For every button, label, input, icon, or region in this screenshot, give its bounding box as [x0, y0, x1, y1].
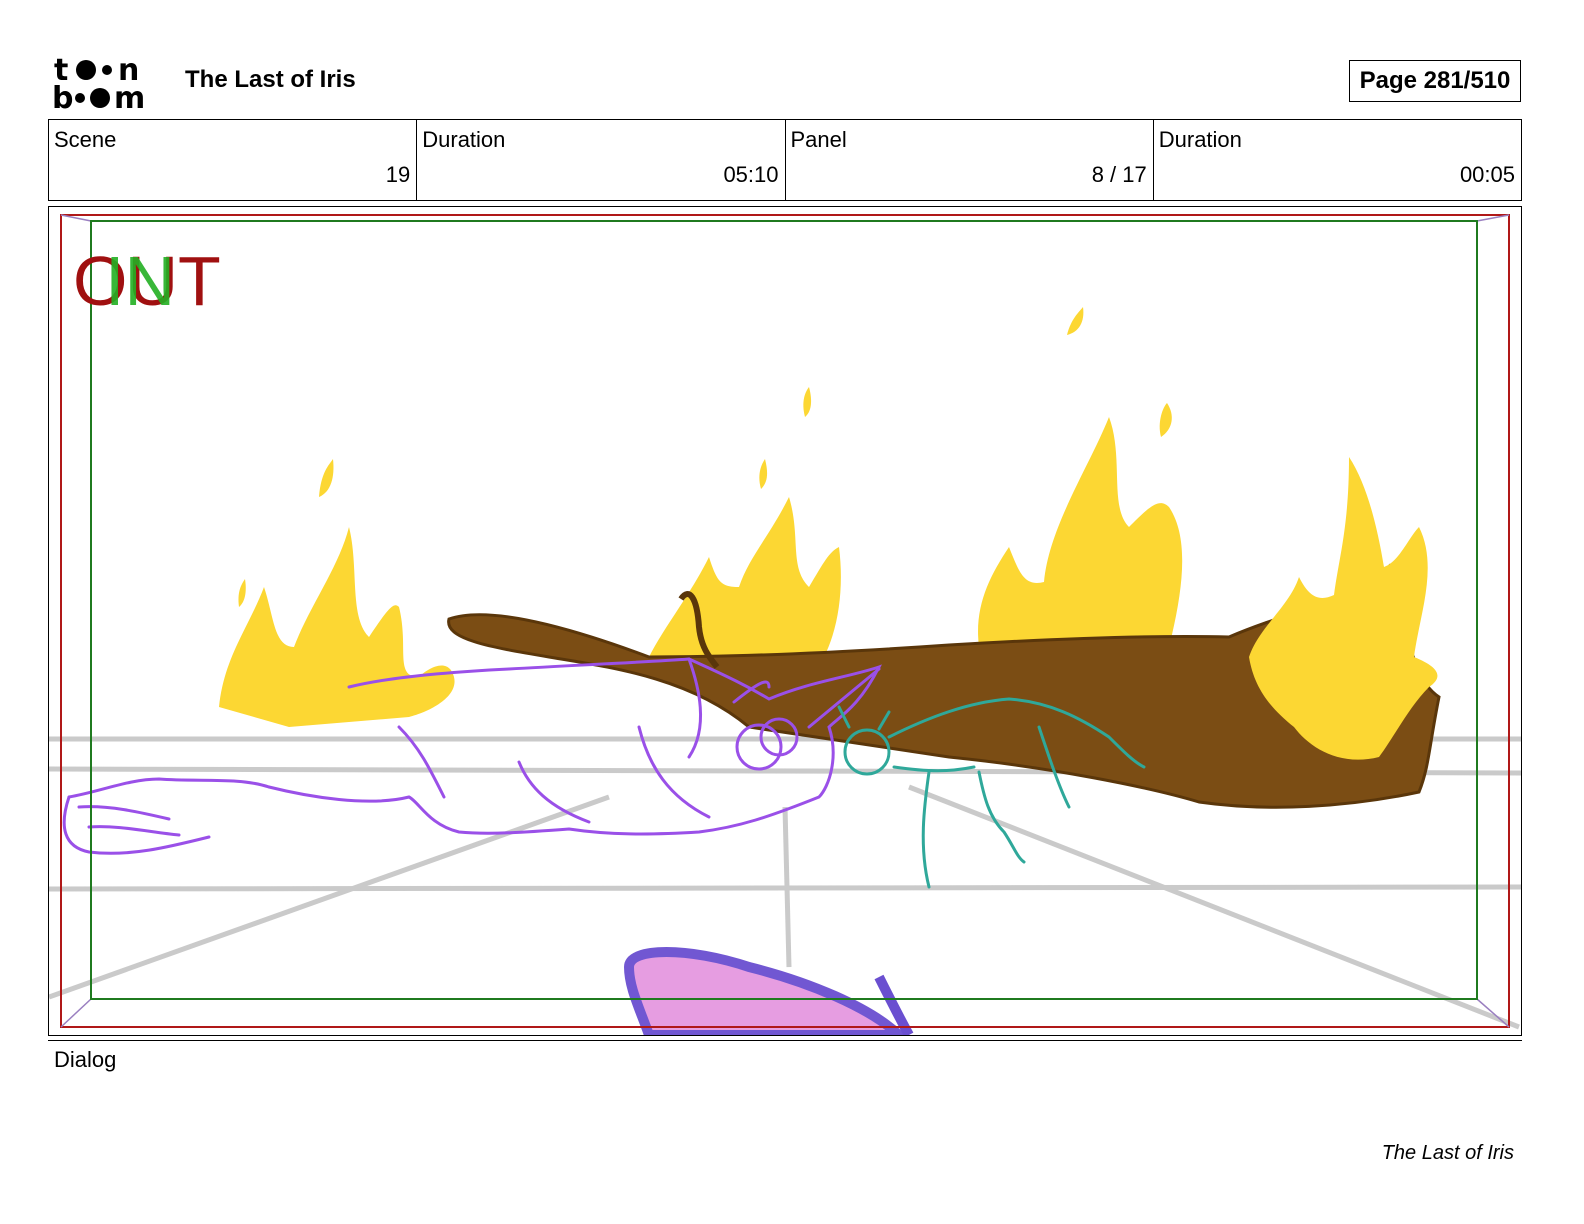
fire-center [649, 387, 841, 657]
fire-left [219, 459, 455, 727]
svg-text:b: b [52, 81, 73, 112]
scene-duration-value: 05:10 [723, 162, 779, 187]
scene-duration-cell: Duration 05:10 [417, 120, 786, 200]
toon-boom-logo: t n b m [52, 52, 164, 116]
dialog-divider [48, 1040, 1522, 1041]
panel-duration-value: 00:05 [1459, 162, 1515, 187]
scene-cell: Scene 19 [49, 120, 418, 200]
scene-value: 19 [385, 162, 411, 187]
page-number: Page 281/510 [1349, 60, 1521, 102]
footer-title: The Last of Iris [1381, 1142, 1514, 1164]
panel-duration-label: Duration [1158, 127, 1242, 152]
panel-artwork: OUT IN [49, 214, 1521, 1035]
fire-right [978, 307, 1183, 647]
document-title: The Last of Iris [185, 66, 356, 93]
in-marker: IN [105, 242, 175, 320]
panel-label: Panel [790, 127, 847, 152]
panel-value: 8 / 17 [1091, 162, 1147, 187]
foreground-saddle [624, 947, 914, 1035]
panel-duration-cell: Duration 00:05 [1154, 120, 1521, 200]
scene-label: Scene [54, 127, 117, 152]
storyboard-panel: OUT IN [48, 206, 1522, 1036]
storyboard-info-table: Scene 19 Duration 05:10 Panel 8 / 17 Dur… [48, 119, 1522, 201]
svg-text:m: m [114, 81, 145, 112]
panel-cell: Panel 8 / 17 [786, 120, 1154, 200]
dialog-label: Dialog [54, 1047, 117, 1072]
scene-duration-label: Duration [422, 127, 506, 152]
